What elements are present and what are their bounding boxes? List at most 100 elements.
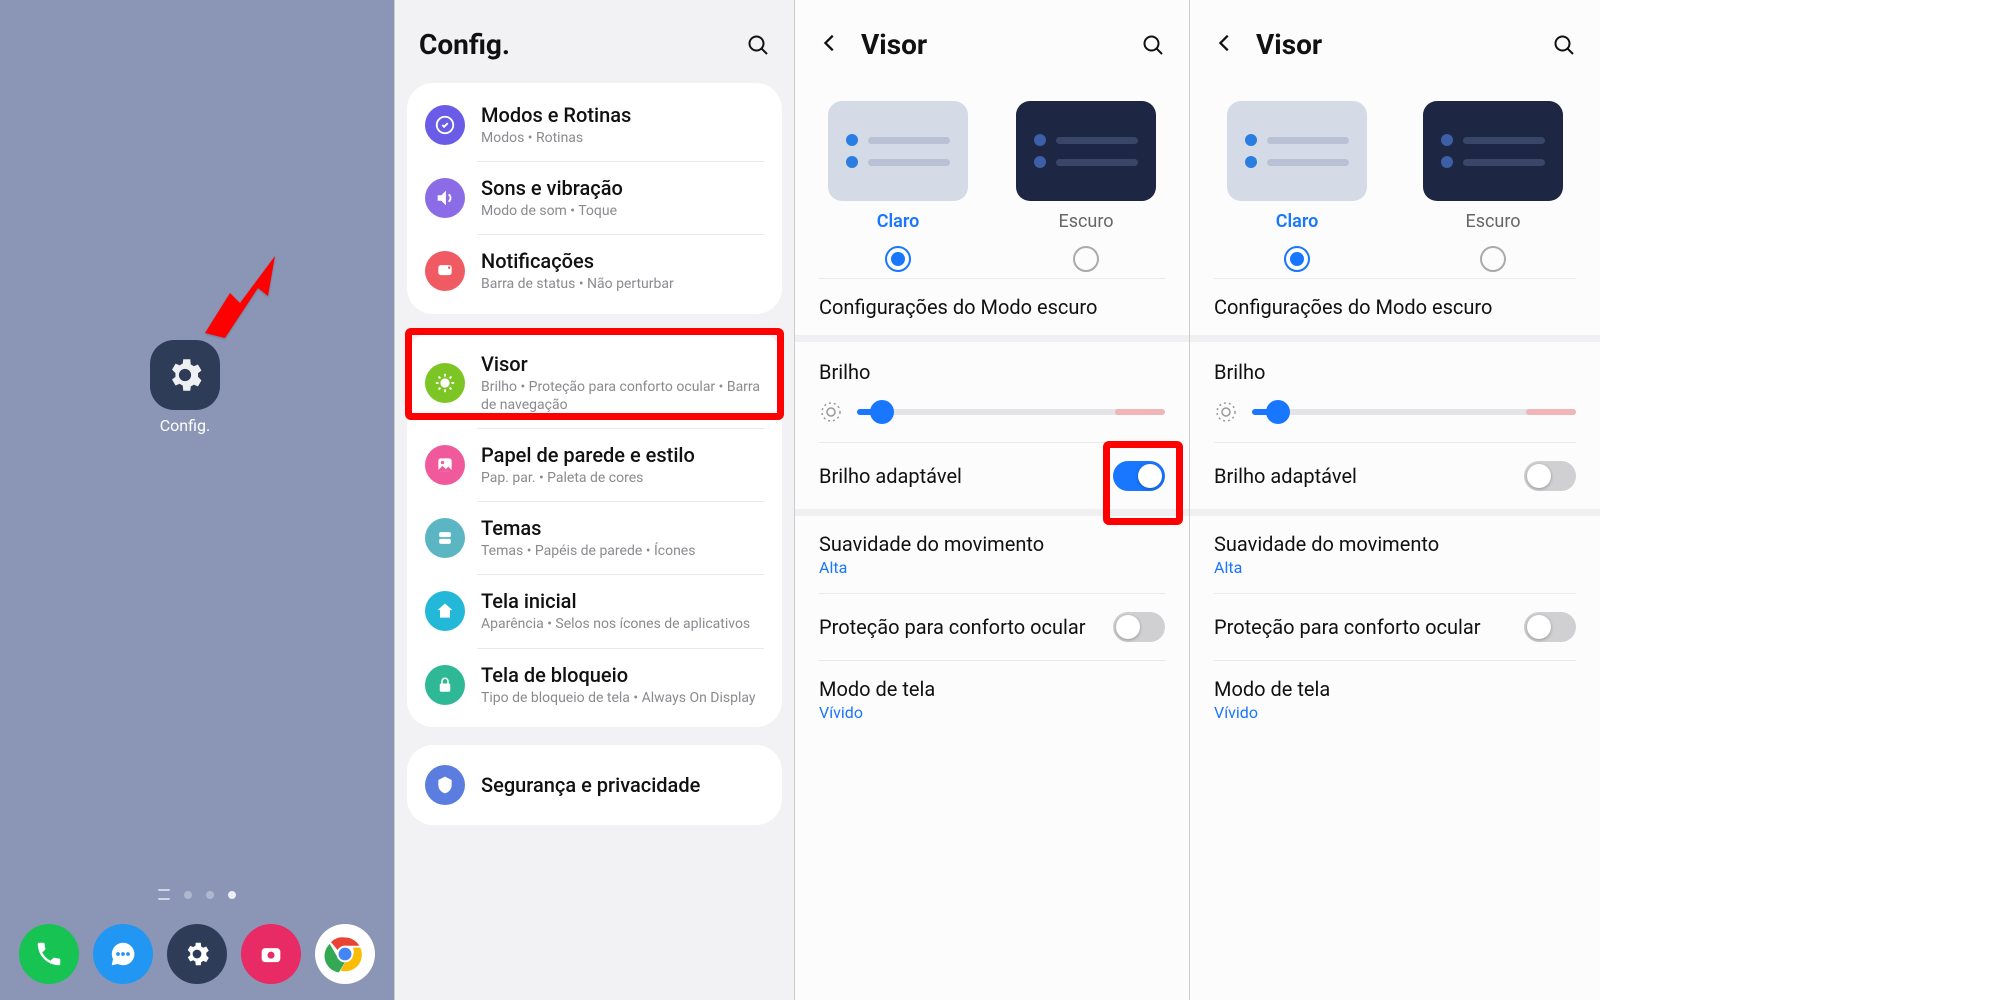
adaptive-brightness-label: Brilho adaptável — [819, 464, 962, 488]
app-drawer-indicator — [158, 889, 170, 900]
search-button[interactable] — [1141, 33, 1165, 57]
theme-option-dark[interactable]: Escuro — [1410, 101, 1576, 272]
row-subtitle: Modos • Rotinas — [481, 129, 764, 147]
brightness-low-icon — [1214, 400, 1238, 424]
settings-row-display[interactable]: VisorBrilho • Proteção para conforto ocu… — [407, 338, 782, 428]
home-icon — [425, 591, 465, 631]
row-subtitle: Temas • Papéis de parede • Ícones — [481, 542, 764, 560]
row-title: Tela de bloqueio — [481, 663, 764, 687]
gear-icon — [164, 354, 206, 396]
display-settings-screen-off: Visor Claro Escuro Configurações do Modo… — [1190, 0, 1600, 1000]
adaptive-brightness-toggle[interactable] — [1113, 461, 1165, 491]
camera-icon — [257, 940, 285, 968]
settings-row-security[interactable]: Segurança e privacidade — [407, 751, 782, 819]
phone-icon — [34, 939, 64, 969]
row-subtitle: Barra de status • Não perturbar — [481, 275, 764, 293]
settings-list-screen: Config. Modos e RotinasModos • Rotinas S… — [395, 0, 795, 1000]
search-icon — [1141, 33, 1165, 57]
theme-option-light[interactable]: Claro — [819, 101, 977, 272]
settings-row-modes[interactable]: Modos e Rotinas Modos • Rotinas — [407, 89, 782, 161]
row-title: Modos e Rotinas — [481, 103, 764, 127]
brightness-slider[interactable] — [1252, 402, 1576, 422]
messages-app[interactable] — [93, 924, 153, 984]
theme-option-light[interactable]: Claro — [1214, 101, 1380, 272]
settings-app-icon[interactable]: Config. — [150, 340, 220, 435]
settings-app-label: Config. — [150, 416, 220, 435]
row-subtitle: Modo de som • Toque — [481, 202, 764, 220]
row-subtitle: Aparência • Selos nos ícones de aplicati… — [481, 615, 764, 633]
radio-light[interactable] — [885, 246, 911, 272]
dark-mode-settings-link[interactable]: Configurações do Modo escuro — [1190, 279, 1600, 335]
back-button[interactable] — [1214, 32, 1236, 58]
display-settings-screen-on: Visor Claro Escuro Configurações do Modo… — [795, 0, 1190, 1000]
dark-mode-settings-link[interactable]: Configurações do Modo escuro — [795, 279, 1189, 335]
page-dot-current — [228, 891, 236, 899]
settings-row-lockscreen[interactable]: Tela de bloqueio Tipo de bloqueio de tela… — [407, 649, 782, 721]
chevron-left-icon — [1214, 32, 1236, 54]
row-title: Segurança e privacidade — [481, 773, 764, 797]
security-icon — [425, 765, 465, 805]
page-dot — [206, 891, 214, 899]
row-title: Temas — [481, 516, 764, 540]
dark-theme-preview — [1016, 101, 1156, 201]
brightness-slider[interactable] — [857, 402, 1165, 422]
settings-row-themes[interactable]: Temas Temas • Papéis de parede • Ícones — [407, 502, 782, 574]
message-icon — [108, 939, 138, 969]
eye-comfort-toggle[interactable] — [1524, 612, 1576, 642]
modes-icon — [425, 105, 465, 145]
settings-dock-app[interactable] — [167, 924, 227, 984]
theme-option-dark[interactable]: Escuro — [1007, 101, 1165, 272]
motion-smoothness-item[interactable]: Suavidade do movimento Alta — [1190, 516, 1600, 593]
row-subtitle: Brilho • Proteção para conforto ocular •… — [481, 378, 764, 414]
search-button[interactable] — [1552, 33, 1576, 57]
motion-smoothness-item[interactable]: Suavidade do movimento Alta — [795, 516, 1189, 593]
row-title: Notificações — [481, 249, 764, 273]
display-icon — [425, 363, 465, 403]
search-icon — [1552, 33, 1576, 57]
settings-row-wallpaper[interactable]: Papel de parede e estiloPap. par. • Pale… — [407, 429, 782, 501]
red-arrow-annotation — [200, 248, 290, 348]
settings-row-notifications[interactable]: Notificações Barra de status • Não pertur… — [407, 235, 782, 307]
search-button[interactable] — [746, 33, 770, 57]
settings-row-home[interactable]: Tela inicial Aparência • Selos nos ícones… — [407, 575, 782, 647]
page-title: Visor — [1256, 28, 1322, 61]
theme-label-dark: Escuro — [1410, 211, 1576, 232]
eye-comfort-label: Proteção para conforto ocular — [819, 615, 1085, 639]
adaptive-brightness-toggle[interactable] — [1524, 461, 1576, 491]
row-subtitle: Tipo de bloqueio de tela • Always On Dis… — [481, 689, 764, 707]
gear-icon — [182, 939, 212, 969]
adaptive-brightness-label: Brilho adaptável — [1214, 464, 1357, 488]
radio-light[interactable] — [1284, 246, 1310, 272]
row-subtitle: Pap. par. • Paleta de cores — [481, 469, 764, 487]
search-icon — [746, 33, 770, 57]
radio-dark[interactable] — [1073, 246, 1099, 272]
row-title: Tela inicial — [481, 589, 764, 613]
chrome-app[interactable] — [315, 924, 375, 984]
radio-dark[interactable] — [1480, 246, 1506, 272]
theme-label-light: Claro — [1214, 211, 1380, 232]
screen-mode-item[interactable]: Modo de tela Vívido — [1190, 661, 1600, 738]
phone-app[interactable] — [19, 924, 79, 984]
notification-icon — [425, 251, 465, 291]
light-theme-preview — [828, 101, 968, 201]
brightness-label: Brilho — [1190, 342, 1600, 390]
eye-comfort-toggle[interactable] — [1113, 612, 1165, 642]
chevron-left-icon — [819, 32, 841, 54]
row-title: Sons e vibração — [481, 176, 764, 200]
theme-label-dark: Escuro — [1007, 211, 1165, 232]
theme-label-light: Claro — [819, 211, 977, 232]
page-dot — [184, 891, 192, 899]
home-screen: Config. — [0, 0, 395, 1000]
sound-icon — [425, 178, 465, 218]
light-theme-preview — [1227, 101, 1367, 201]
back-button[interactable] — [819, 32, 841, 58]
brightness-label: Brilho — [795, 342, 1189, 390]
chrome-icon — [323, 932, 367, 976]
settings-row-sounds[interactable]: Sons e vibração Modo de som • Toque — [407, 162, 782, 234]
page-title: Visor — [861, 28, 927, 61]
page-indicator[interactable] — [0, 889, 394, 900]
themes-icon — [425, 518, 465, 558]
camera-app[interactable] — [241, 924, 301, 984]
screen-mode-item[interactable]: Modo de tela Vívido — [795, 661, 1189, 738]
dock — [0, 924, 394, 984]
